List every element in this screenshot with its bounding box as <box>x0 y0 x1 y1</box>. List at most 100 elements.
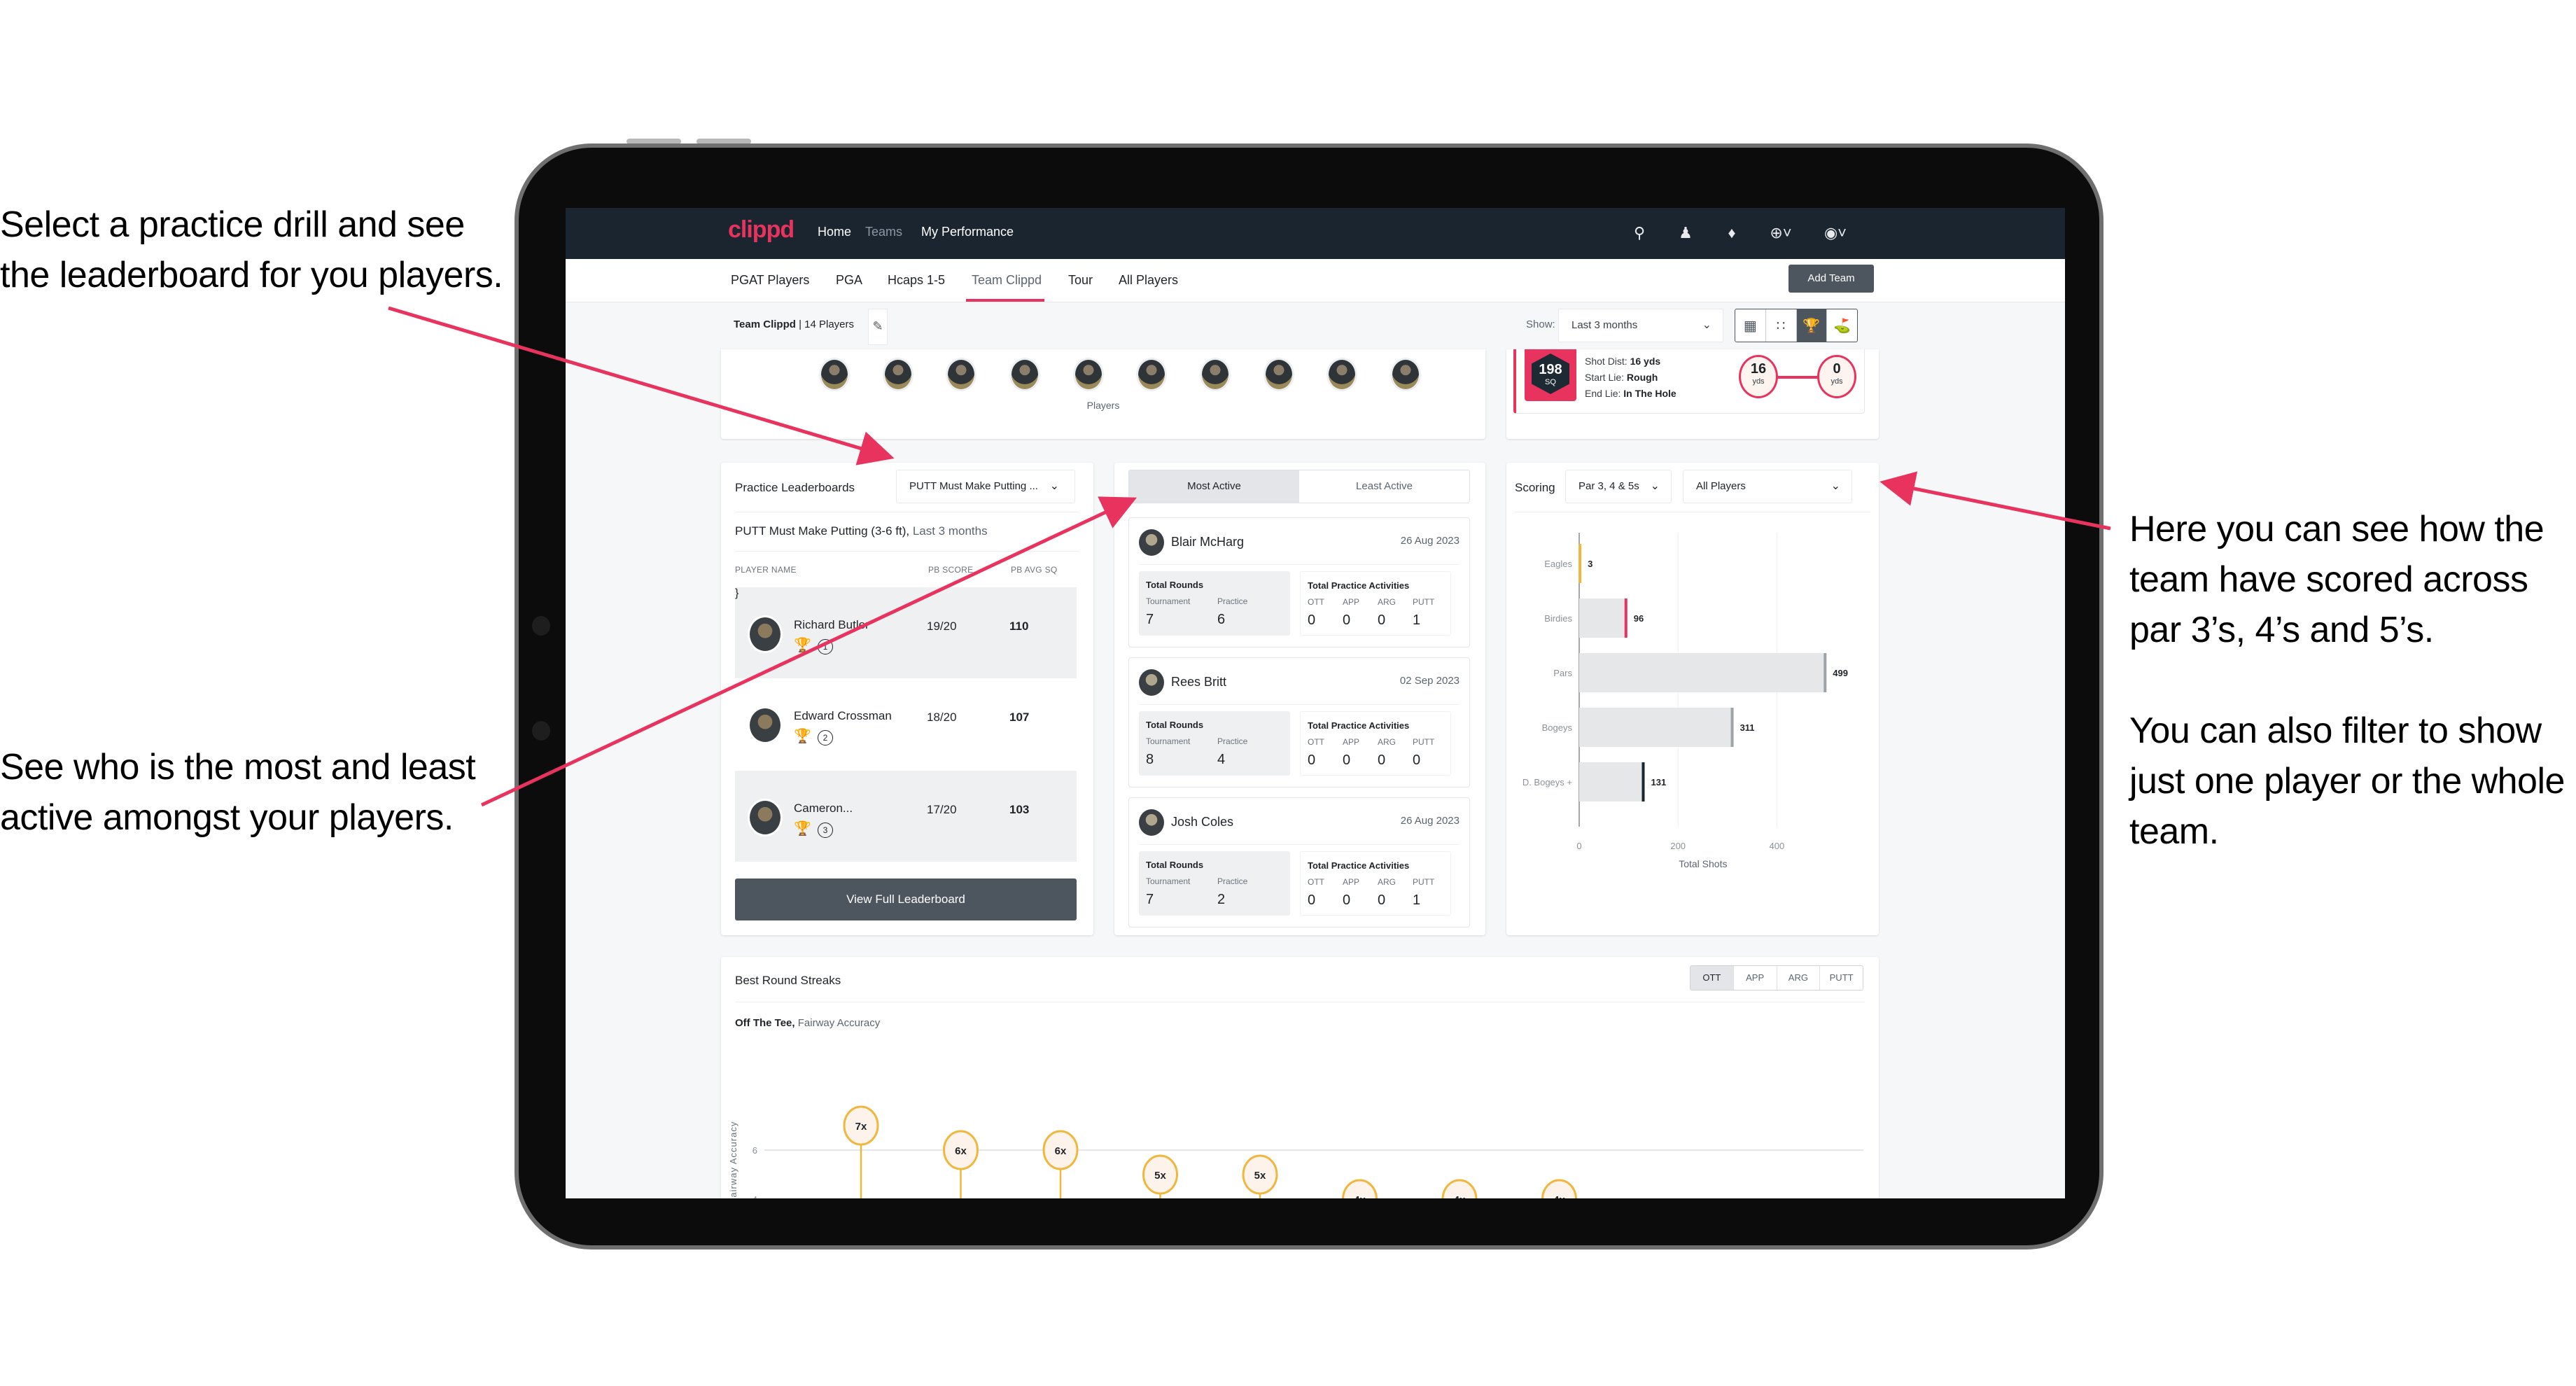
trophy-icon[interactable]: 🏆 <box>1796 309 1828 342</box>
tab-all-players[interactable]: All Players <box>1119 273 1178 288</box>
view-full-leaderboard-button[interactable]: View Full Leaderboard <box>735 878 1077 920</box>
tab-arg[interactable]: ARG <box>1777 966 1821 990</box>
tournament-label: Tournament <box>1146 736 1191 746</box>
add-circle-icon[interactable]: ⊕˅ <box>1767 223 1795 243</box>
nav-my-performance[interactable]: My Performance <box>921 225 1014 239</box>
tab-putt[interactable]: PUTT <box>1820 966 1863 990</box>
bar-marker <box>1578 544 1582 583</box>
team-tabs: PGAT Players PGA Hcaps 1-5 Team Clippd T… <box>566 259 2065 302</box>
annotation-line: You can also filter to show <box>2129 710 2542 751</box>
tab-tour[interactable]: Tour <box>1068 273 1093 288</box>
practice-label: Practice <box>1217 876 1248 886</box>
clippd-logo[interactable]: clippd <box>728 216 794 244</box>
grid-large-icon[interactable]: ▦ <box>1735 309 1766 342</box>
player-name: Edward Crossman <box>794 709 892 722</box>
team-toolbar: Team Clippd | 14 Players ✎ Show: Last 3 … <box>566 303 2065 349</box>
tab-least-active[interactable]: Least Active <box>1299 470 1469 503</box>
col-player-name: PLAYER NAME <box>735 565 797 575</box>
player-avatar[interactable] <box>1326 358 1358 391</box>
last-activity-date: 26 Aug 2023 <box>1400 535 1460 547</box>
total-rounds-label: Total Rounds <box>1146 720 1204 730</box>
practice-activities-label: Total Practice Activities <box>1308 860 1410 871</box>
streak-subtitle: Off The Tee, Fairway Accuracy <box>735 1017 880 1029</box>
tab-pga[interactable]: PGA <box>836 273 862 288</box>
shot-detail[interactable]: 198 SQ Shot Dist: 16 yds Start Lie: Roug… <box>1513 349 1865 414</box>
chevron-down-icon: ⌄ <box>1702 319 1712 331</box>
bell-icon[interactable]: ♦ <box>1722 223 1742 243</box>
pb-avg-sq: 110 <box>1009 620 1029 633</box>
ott-value: 0 <box>1308 612 1316 628</box>
annotation-line: See who is the most and least <box>0 747 476 788</box>
drill-select-value: PUTT Must Make Putting ... <box>909 480 1038 492</box>
chevron-down-icon: ⌄ <box>1830 480 1840 492</box>
end-lie-label: End Lie: <box>1585 388 1621 399</box>
player-avatar[interactable] <box>1199 358 1231 391</box>
player-avatar <box>1139 809 1164 836</box>
data-label: 3 <box>1588 559 1592 569</box>
player-avatar[interactable] <box>819 358 850 391</box>
activity-card[interactable]: Rees Britt 02 Sep 2023 Total Rounds Tournam… <box>1128 657 1470 788</box>
leaderboard-row[interactable]: Richard Butler 🏆 1 19/20 110 } <box>735 587 1077 678</box>
tab-app[interactable]: APP <box>1734 966 1777 990</box>
pencil-icon: ✎ <box>872 319 883 333</box>
period-select[interactable]: Last 3 months ⌄ <box>1558 309 1723 342</box>
grid-small-icon[interactable]: ∷ <box>1766 309 1797 342</box>
player-filter-select[interactable]: All Players ⌄ <box>1683 470 1852 503</box>
player-avatar[interactable] <box>1072 358 1104 391</box>
tab-team-clippd[interactable]: Team Clippd <box>972 273 1042 288</box>
tab-pgat-players[interactable]: PGAT Players <box>731 273 809 288</box>
y-tick-label: 6 <box>752 1145 757 1156</box>
ott-label: OTT <box>1308 597 1324 607</box>
nav-home[interactable]: Home <box>818 225 851 239</box>
tournament-value: 7 <box>1146 612 1154 627</box>
data-label: 131 <box>1651 777 1666 788</box>
practice-activities-box: Total Practice Activities OTT APP ARG PUTT 0 0… <box>1300 851 1451 916</box>
drill-subtitle: PUTT Must Make Putting (3-6 ft), Last 3 … <box>735 524 988 538</box>
player-avatar[interactable] <box>1009 358 1040 391</box>
leaderboard-row[interactable]: Cameron... 🏆 3 17/20 103 <box>735 771 1077 862</box>
tab-hcaps[interactable]: Hcaps 1-5 <box>888 273 945 288</box>
practice-value: 6 <box>1217 612 1226 627</box>
people-icon[interactable]: ♟ <box>1676 223 1695 243</box>
practice-activities-box: Total Practice Activities OTT APP ARG PUTT 0 0… <box>1300 571 1451 636</box>
par-filter-select[interactable]: Par 3, 4 & 5s ⌄ <box>1565 470 1672 503</box>
bar <box>1579 708 1733 747</box>
tab-most-active[interactable]: Most Active <box>1129 470 1299 503</box>
chevron-down-icon: ⌄ <box>1049 480 1059 492</box>
activity-card[interactable]: Josh Coles 26 Aug 2023 Total Rounds Tournam… <box>1128 797 1470 927</box>
rank-badge: 2 <box>818 730 833 746</box>
players-label: Players <box>1086 400 1120 411</box>
player-avatar[interactable] <box>1263 358 1294 391</box>
panel-title: Practice Leaderboards <box>735 481 855 494</box>
scoring-chart: 0 200 400 Eagles 3 Birdies 96 Pars 499 Bogeys 311 D… <box>1522 533 1848 869</box>
nav-teams[interactable]: Teams <box>865 225 902 239</box>
activity-card[interactable]: Blair McHarg 26 Aug 2023 Total Rounds Tourn… <box>1128 517 1470 648</box>
annotation-line: par 3’s, 4’s and 5’s. <box>2129 610 2434 650</box>
total-rounds-label: Total Rounds <box>1146 580 1204 590</box>
gold-trophy-icon: 🏆 <box>794 638 811 653</box>
leaderboard-row[interactable]: Edward Crossman 🏆 2 18/20 107 <box>735 678 1077 769</box>
practice-activities-box: Total Practice Activities OTT APP ARG PUTT 0 0… <box>1300 711 1451 776</box>
streak-label: 6x <box>1055 1145 1067 1157</box>
search-icon[interactable]: ⚲ <box>1630 223 1649 243</box>
player-avatar[interactable] <box>1390 358 1421 391</box>
player-avatar[interactable] <box>882 358 913 391</box>
tab-ott[interactable]: OTT <box>1690 966 1734 990</box>
arg-value: 0 <box>1378 892 1386 908</box>
period-value: Last 3 months <box>1572 319 1638 331</box>
bar <box>1579 653 1826 692</box>
streak-category-tabs: OTT APP ARG PUTT <box>1690 965 1863 990</box>
annotation-line: active amongst your players. <box>0 797 454 838</box>
player-avatar[interactable] <box>946 358 977 391</box>
player-avatar <box>748 706 783 744</box>
avatar-icon[interactable]: ◉˅ <box>1821 223 1849 243</box>
sensor-dot <box>532 721 550 741</box>
player-avatar[interactable] <box>1136 358 1168 391</box>
edit-team-button[interactable]: ✎ <box>868 309 888 345</box>
drill-select[interactable]: PUTT Must Make Putting ... ⌄ <box>896 470 1075 503</box>
add-team-button[interactable]: Add Team <box>1788 265 1874 293</box>
category-label: Bogeys <box>1542 722 1573 733</box>
last-activity-date: 02 Sep 2023 <box>1399 675 1460 687</box>
golf-flag-icon[interactable]: ⛳ <box>1827 309 1857 342</box>
annotation-line: just one player or the whole <box>2129 761 2565 802</box>
